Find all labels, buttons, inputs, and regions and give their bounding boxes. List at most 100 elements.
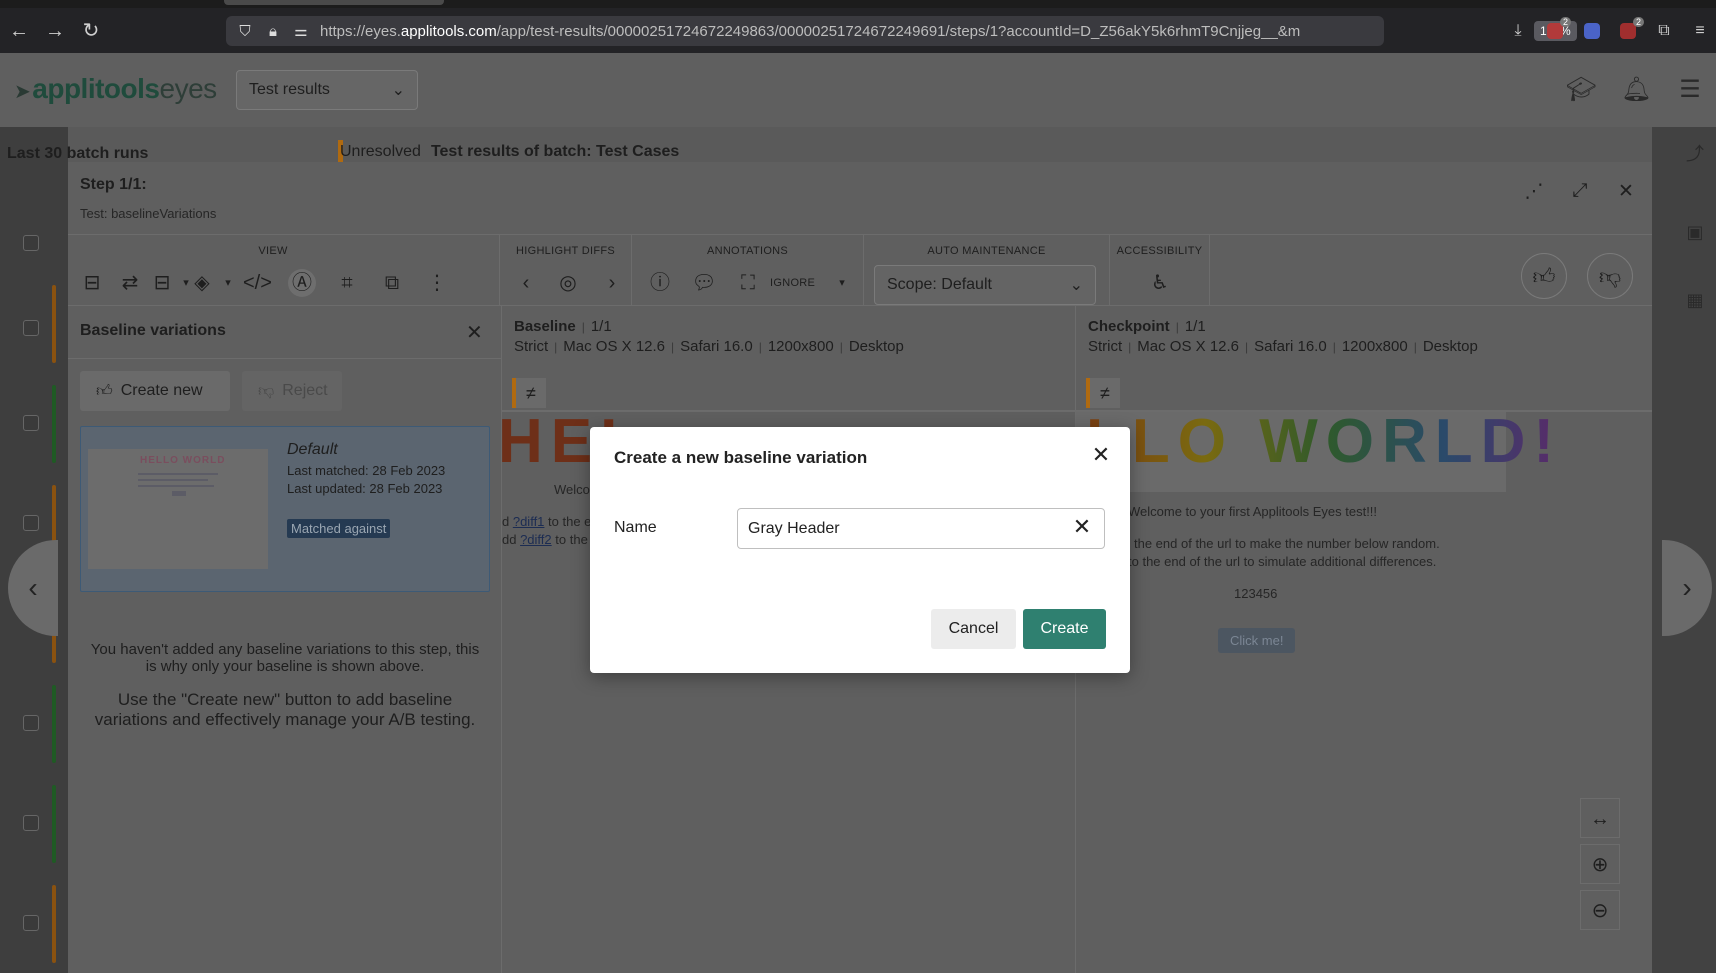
share-icon[interactable]: ⋰ [1522,180,1546,204]
cancel-button[interactable]: Cancel [931,609,1016,649]
prev-diff-icon[interactable]: ‹ [512,269,540,297]
test-name: Test: baselineVariations [80,206,217,221]
not-equal-icon[interactable]: ≠ [512,378,546,408]
row-checkbox[interactable] [23,915,39,931]
fit-width-icon[interactable]: ↔ [1580,798,1620,838]
thumbs-down-icon: 👎︎ [258,382,275,400]
table-settings-icon[interactable]: ▦ [1680,290,1710,320]
graduation-cap-icon[interactable]: 🎓︎ [1566,75,1596,105]
permissions-icon[interactable]: ⚌ [292,22,310,40]
checkpoint-line1: the end of the url to make the number be… [1134,536,1440,551]
layers-dropdown-icon[interactable]: ▾ [214,269,242,297]
variation-name-input[interactable] [737,508,1105,549]
create-new-button[interactable]: 👍︎ Create new [80,371,230,411]
zoom-in-icon[interactable]: ⊕ [1580,844,1620,884]
extension-blue-icon[interactable] [1584,23,1600,39]
expand-icon[interactable]: ⤢ [1568,180,1592,204]
status-bar-passed [52,785,56,863]
close-icon[interactable]: ✕ [466,320,483,345]
row-checkbox[interactable] [23,235,39,251]
batch-header [68,127,1716,162]
click-me-button[interactable]: Click me! [1218,628,1296,653]
thumbs-up-button[interactable]: 👍︎ [1521,253,1567,299]
checkpoint-welcome: Welcome to your first Applitools Eyes te… [1128,504,1378,519]
info-text: You haven't added any baseline variation… [90,641,480,675]
menu-icon[interactable]: ≡ [1690,22,1710,42]
target-diff-icon[interactable]: ◎ [554,269,582,297]
auto-maintenance-group: AUTO MAINTENANCE Scope: Default ⌄ [864,235,1110,305]
annotations-group: ANNOTATIONS ⓘ 💬︎ ⛶ IGNORE ▾ [632,235,864,305]
variation-card[interactable]: HELLO WORLD Default Last matched: 28 Feb… [80,426,490,592]
forward-icon[interactable]: → [44,20,66,42]
zoom-out-icon[interactable]: ⊖ [1580,890,1620,930]
user-menu-icon[interactable]: ☰ [1675,75,1705,105]
status-bar-passed [52,685,56,763]
back-icon[interactable]: ← [8,20,30,42]
checkpoint-number: 123456 [1234,586,1278,601]
more-options-icon[interactable]: ⋮ [423,269,451,297]
app-header: ➤applitoolseyes Test results ⌄ 🎓︎ 🔔︎ ☰ [0,53,1716,127]
address-bar[interactable]: ⛉ 🔒︎ ⚌ https://eyes.applitools.com/app/t… [226,16,1600,46]
thumbs-down-button[interactable]: 👎︎ [1587,253,1633,299]
auto-maintenance-label: AUTO MAINTENANCE [927,245,1046,257]
region-compare-icon[interactable]: ⧉ [378,269,406,297]
row-checkbox[interactable] [23,415,39,431]
extensions-puzzle-icon[interactable]: ⧉ [1654,22,1674,42]
create-button[interactable]: Create [1023,609,1106,649]
scope-select[interactable]: Scope: Default ⌄ [874,265,1096,305]
shield-icon[interactable]: ⛉ [236,23,254,40]
region-select-icon[interactable]: ⛶ [734,269,762,297]
baseline-line2: dd ?diff2 to the [502,532,588,547]
code-icon[interactable]: </> [243,269,272,297]
baseline-welcome: Welco [554,482,590,497]
extension-red2-icon[interactable]: 2 [1620,17,1644,39]
accessibility-icon[interactable]: ♿︎ [1146,269,1174,297]
next-diff-icon[interactable]: › [598,269,626,297]
comment-icon[interactable]: 💬︎ [690,269,718,297]
share-icon[interactable]: ⤴ [1680,140,1710,170]
accessibility-group: ACCESSIBILITY ♿︎ [1110,235,1210,305]
ab-compare-icon[interactable]: Ⓐ [288,269,316,297]
side-by-side-icon[interactable]: ⊟ [78,269,106,297]
not-equal-icon[interactable]: ≠ [1086,378,1120,408]
step-title: Step 1/1: [80,176,147,193]
highlight-group: HIGHLIGHT DIFFS ‹ ◎ › [500,235,632,305]
layers-icon[interactable]: ◈ [188,269,216,297]
applitools-logo[interactable]: ➤applitoolseyes [14,73,217,105]
annotation-dropdown-icon[interactable]: ▾ [828,269,856,297]
batch-title: Unresolved Test results of batch: Test Ca… [340,143,680,160]
view-select[interactable]: Test results ⌄ [236,70,418,110]
baseline-line1: d ?diff1 to the e [502,514,592,529]
active-tab[interactable] [224,0,444,5]
row-checkbox[interactable] [23,815,39,831]
checkpoint-env: Strict | Mac OS X 12.6 | Safari 16.0 | 1200x80… [1088,338,1478,355]
swap-view-icon[interactable]: ⇄ [116,269,144,297]
reload-icon[interactable]: ↻ [80,20,102,42]
panel-title: Baseline variations [80,322,226,339]
bell-icon[interactable]: 🔔︎ [1621,75,1651,105]
accessibility-label: ACCESSIBILITY [1116,245,1203,257]
last-updated: Last updated: 28 Feb 2023 [287,481,443,496]
browser-toolbar: ← → ↻ ⛉ 🔒︎ ⚌ https://eyes.applitools.com… [0,8,1716,53]
reject-button[interactable]: 👎︎ Reject [242,371,342,411]
extension-badge: 2 [1559,17,1571,27]
download-icon[interactable]: ⤓ [1508,22,1528,42]
close-icon[interactable]: ✕ [1090,444,1112,467]
status-bar-passed [52,385,56,463]
crop-icon[interactable]: ⌗ [333,269,361,297]
batch-list-title: Last 30 batch runs [7,145,149,162]
clear-input-icon[interactable]: ✕ [1070,515,1094,539]
extension-red-icon[interactable]: 2 [1547,17,1571,39]
row-checkbox[interactable] [23,320,39,336]
close-icon[interactable]: ✕ [1614,180,1638,204]
save-icon[interactable]: ▣ [1680,222,1710,252]
url-text[interactable]: https://eyes.applitools.com/app/test-res… [320,23,1300,40]
row-checkbox[interactable] [23,515,39,531]
chevron-down-icon: ⌄ [391,82,405,99]
lock-icon[interactable]: 🔒︎ [264,23,282,40]
issue-icon[interactable]: ⓘ [646,269,674,297]
checkpoint-header: Checkpoint | 1/1 [1088,318,1206,335]
row-checkbox[interactable] [23,715,39,731]
checkpoint-rainbow-title: LLO WORLD! [1086,407,1563,476]
ignore-label[interactable]: IGNORE [770,277,815,289]
